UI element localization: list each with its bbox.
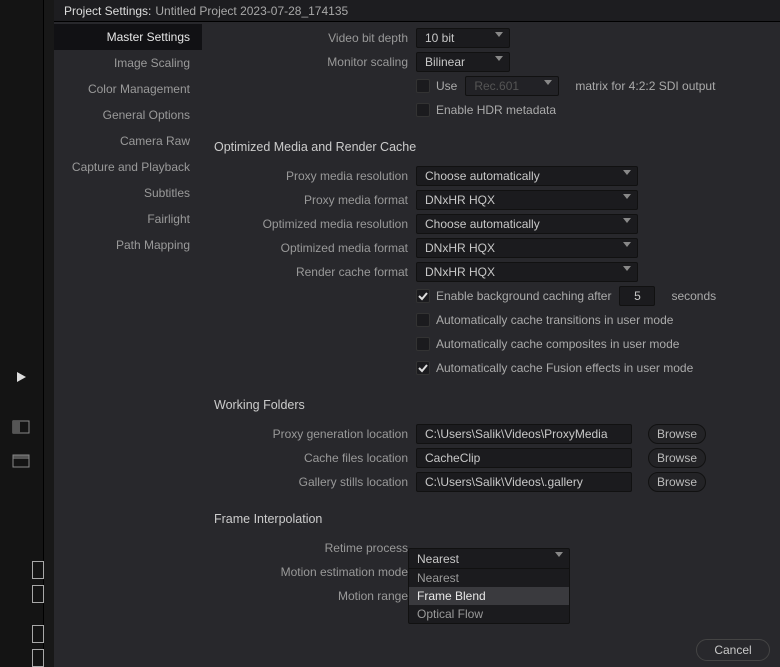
chevron-down-icon: [544, 80, 552, 85]
auto-cache-composites-checkbox[interactable]: [416, 337, 430, 351]
video-bit-depth-label: Video bit depth: [212, 31, 408, 45]
render-cache-format-label: Render cache format: [212, 265, 408, 279]
auto-cache-fusion-checkbox[interactable]: [416, 361, 430, 375]
sidebar-item-master-settings[interactable]: Master Settings: [54, 24, 202, 50]
motion-estimation-mode-label: Motion estimation mode: [212, 565, 408, 579]
optimized-media-resolution-select[interactable]: Choose automatically: [416, 214, 638, 234]
project-settings-dialog: Project Settings: Untitled Project 2023-…: [54, 0, 780, 667]
section-optimized-media: Optimized Media and Render Cache: [214, 140, 766, 154]
retime-process-label: Retime process: [212, 541, 408, 555]
proxy-media-resolution-label: Proxy media resolution: [212, 169, 408, 183]
retime-option-nearest[interactable]: Nearest: [409, 569, 569, 587]
sidebar-item-camera-raw[interactable]: Camera Raw: [54, 128, 202, 154]
render-cache-format-select[interactable]: DNxHR HQX: [416, 262, 638, 282]
optimized-media-resolution-label: Optimized media resolution: [212, 217, 408, 231]
bg-caching-seconds-input[interactable]: 5: [619, 286, 655, 306]
timeline-tracks-hint: [0, 517, 44, 667]
monitor-scaling-select[interactable]: Bilinear: [416, 52, 510, 72]
proxy-media-resolution-select[interactable]: Choose automatically: [416, 166, 638, 186]
enable-hdr-checkbox[interactable]: [416, 103, 430, 117]
sidebar-item-image-scaling[interactable]: Image Scaling: [54, 50, 202, 76]
app-left-strip: [0, 0, 44, 667]
optimized-media-format-label: Optimized media format: [212, 241, 408, 255]
auto-cache-composites-label: Automatically cache composites in user m…: [436, 337, 679, 351]
monitor-scaling-label: Monitor scaling: [212, 55, 408, 69]
dialog-title-label: Project Settings:: [64, 4, 151, 18]
retime-option-frame-blend[interactable]: Frame Blend: [409, 587, 569, 605]
cache-location-browse-button[interactable]: Browse: [648, 448, 706, 468]
auto-cache-transitions-checkbox[interactable]: [416, 313, 430, 327]
chevron-down-icon: [623, 218, 631, 223]
chevron-down-icon: [495, 56, 503, 61]
use-label: Use: [436, 79, 457, 93]
settings-sidebar: Master Settings Image Scaling Color Mana…: [54, 22, 202, 667]
proxy-location-browse-button[interactable]: Browse: [648, 424, 706, 444]
auto-cache-fusion-label: Automatically cache Fusion effects in us…: [436, 361, 693, 375]
sidebar-item-general-options[interactable]: General Options: [54, 102, 202, 128]
dialog-project-name: Untitled Project 2023-07-28_174135: [155, 4, 348, 18]
enable-hdr-label: Enable HDR metadata: [436, 103, 556, 117]
chevron-down-icon: [623, 266, 631, 271]
auto-cache-transitions-label: Automatically cache transitions in user …: [436, 313, 673, 327]
gallery-location-browse-button[interactable]: Browse: [648, 472, 706, 492]
panel-icon-1[interactable]: [10, 416, 32, 438]
chevron-down-icon: [623, 194, 631, 199]
sidebar-item-path-mapping[interactable]: Path Mapping: [54, 232, 202, 258]
dialog-title-bar: Project Settings: Untitled Project 2023-…: [54, 0, 780, 22]
chevron-down-icon: [623, 242, 631, 247]
cancel-button[interactable]: Cancel: [696, 639, 770, 661]
sidebar-item-subtitles[interactable]: Subtitles: [54, 180, 202, 206]
enable-bg-caching-checkbox[interactable]: [416, 289, 430, 303]
retime-option-optical-flow[interactable]: Optical Flow: [409, 605, 569, 623]
chevron-down-icon: [495, 32, 503, 37]
gallery-stills-location-input[interactable]: C:\Users\Salik\Videos\.gallery: [416, 472, 632, 492]
video-bit-depth-select[interactable]: 10 bit: [416, 28, 510, 48]
section-working-folders: Working Folders: [214, 398, 766, 412]
sidebar-item-capture-playback[interactable]: Capture and Playback: [54, 154, 202, 180]
use-matrix-checkbox[interactable]: [416, 79, 430, 93]
matrix-select: Rec.601: [465, 76, 559, 96]
dialog-content: Master Settings Image Scaling Color Mana…: [54, 22, 780, 667]
sidebar-item-fairlight[interactable]: Fairlight: [54, 206, 202, 232]
proxy-generation-location-label: Proxy generation location: [212, 427, 408, 441]
chevron-down-icon: [555, 552, 563, 557]
chevron-down-icon: [623, 170, 631, 175]
cache-files-location-label: Cache files location: [212, 451, 408, 465]
bg-caching-seconds-tail: seconds: [671, 289, 716, 303]
playhead-icon: [10, 366, 32, 388]
matrix-tail-label: matrix for 4:2:2 SDI output: [575, 79, 715, 93]
motion-range-label: Motion range: [212, 589, 408, 603]
cache-files-location-input[interactable]: CacheClip: [416, 448, 632, 468]
panel-icon-2[interactable]: [10, 450, 32, 472]
optimized-media-format-select[interactable]: DNxHR HQX: [416, 238, 638, 258]
proxy-media-format-label: Proxy media format: [212, 193, 408, 207]
retime-process-select-open[interactable]: Nearest Nearest Frame Blend Optical Flow: [408, 548, 570, 624]
proxy-media-format-select[interactable]: DNxHR HQX: [416, 190, 638, 210]
enable-bg-caching-label: Enable background caching after: [436, 289, 611, 303]
sidebar-item-color-management[interactable]: Color Management: [54, 76, 202, 102]
gallery-stills-location-label: Gallery stills location: [212, 475, 408, 489]
settings-panel: Video bit depth 10 bit Monitor scaling B…: [202, 22, 780, 667]
proxy-generation-location-input[interactable]: C:\Users\Salik\Videos\ProxyMedia: [416, 424, 632, 444]
section-frame-interpolation: Frame Interpolation: [214, 512, 766, 526]
